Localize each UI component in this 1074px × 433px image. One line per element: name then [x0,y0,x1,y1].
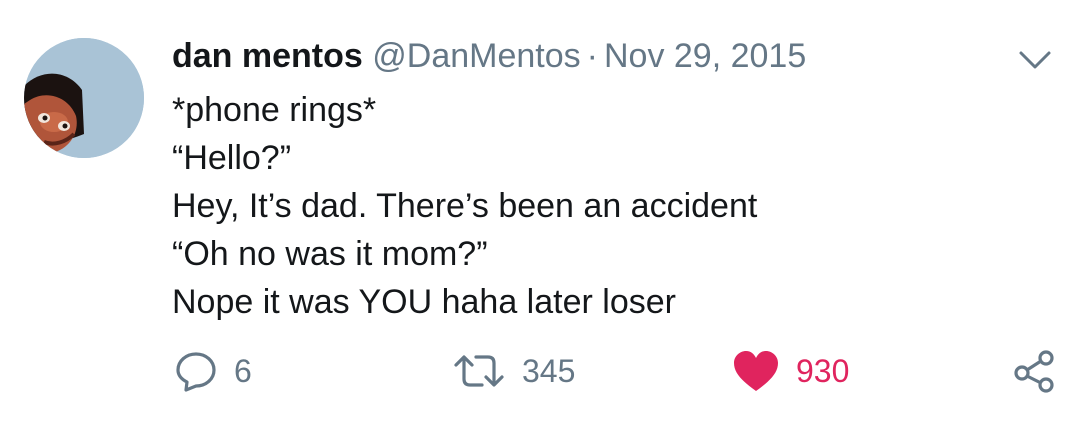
tweet-date[interactable]: Nov 29, 2015 [604,37,806,75]
tweet-line: Hey, It’s dad. There’s been an accident [172,187,758,225]
retweet-icon [454,355,504,387]
avatar-image [24,38,144,158]
tweet-line: *phone rings* [172,91,377,129]
tweet-line: “Oh no was it mom?” [172,235,488,273]
like-count: 930 [796,352,850,389]
separator-dot: · [586,37,598,75]
share-button[interactable] [1012,346,1056,396]
author-name[interactable]: dan mentos [172,37,363,75]
avatar[interactable] [24,38,144,158]
action-bar: 6 345 930 [0,346,1074,396]
like-button[interactable]: 930 [732,346,849,396]
reply-button[interactable]: 6 [174,346,252,396]
chevron-down-icon [1019,51,1051,69]
tweet-text: *phone rings* “Hello?” Hey, It’s dad. Th… [172,86,757,326]
retweet-count: 345 [522,352,576,389]
reply-count: 6 [234,352,252,389]
share-icon [1014,350,1054,393]
retweet-button[interactable]: 345 [452,346,575,396]
reply-icon [176,352,216,392]
author-handle[interactable]: @DanMentos [372,37,580,75]
tweet-menu-button[interactable] [1018,48,1052,72]
tweet-card[interactable]: dan mentos @DanMentos · Nov 29, 2015 *phon… [0,0,1074,433]
tweet-header: dan mentos @DanMentos · Nov 29, 2015 [172,36,806,76]
heart-icon [734,351,778,391]
tweet-line: Nope it was YOU haha later loser [172,283,676,321]
tweet-line: “Hello?” [172,139,292,177]
